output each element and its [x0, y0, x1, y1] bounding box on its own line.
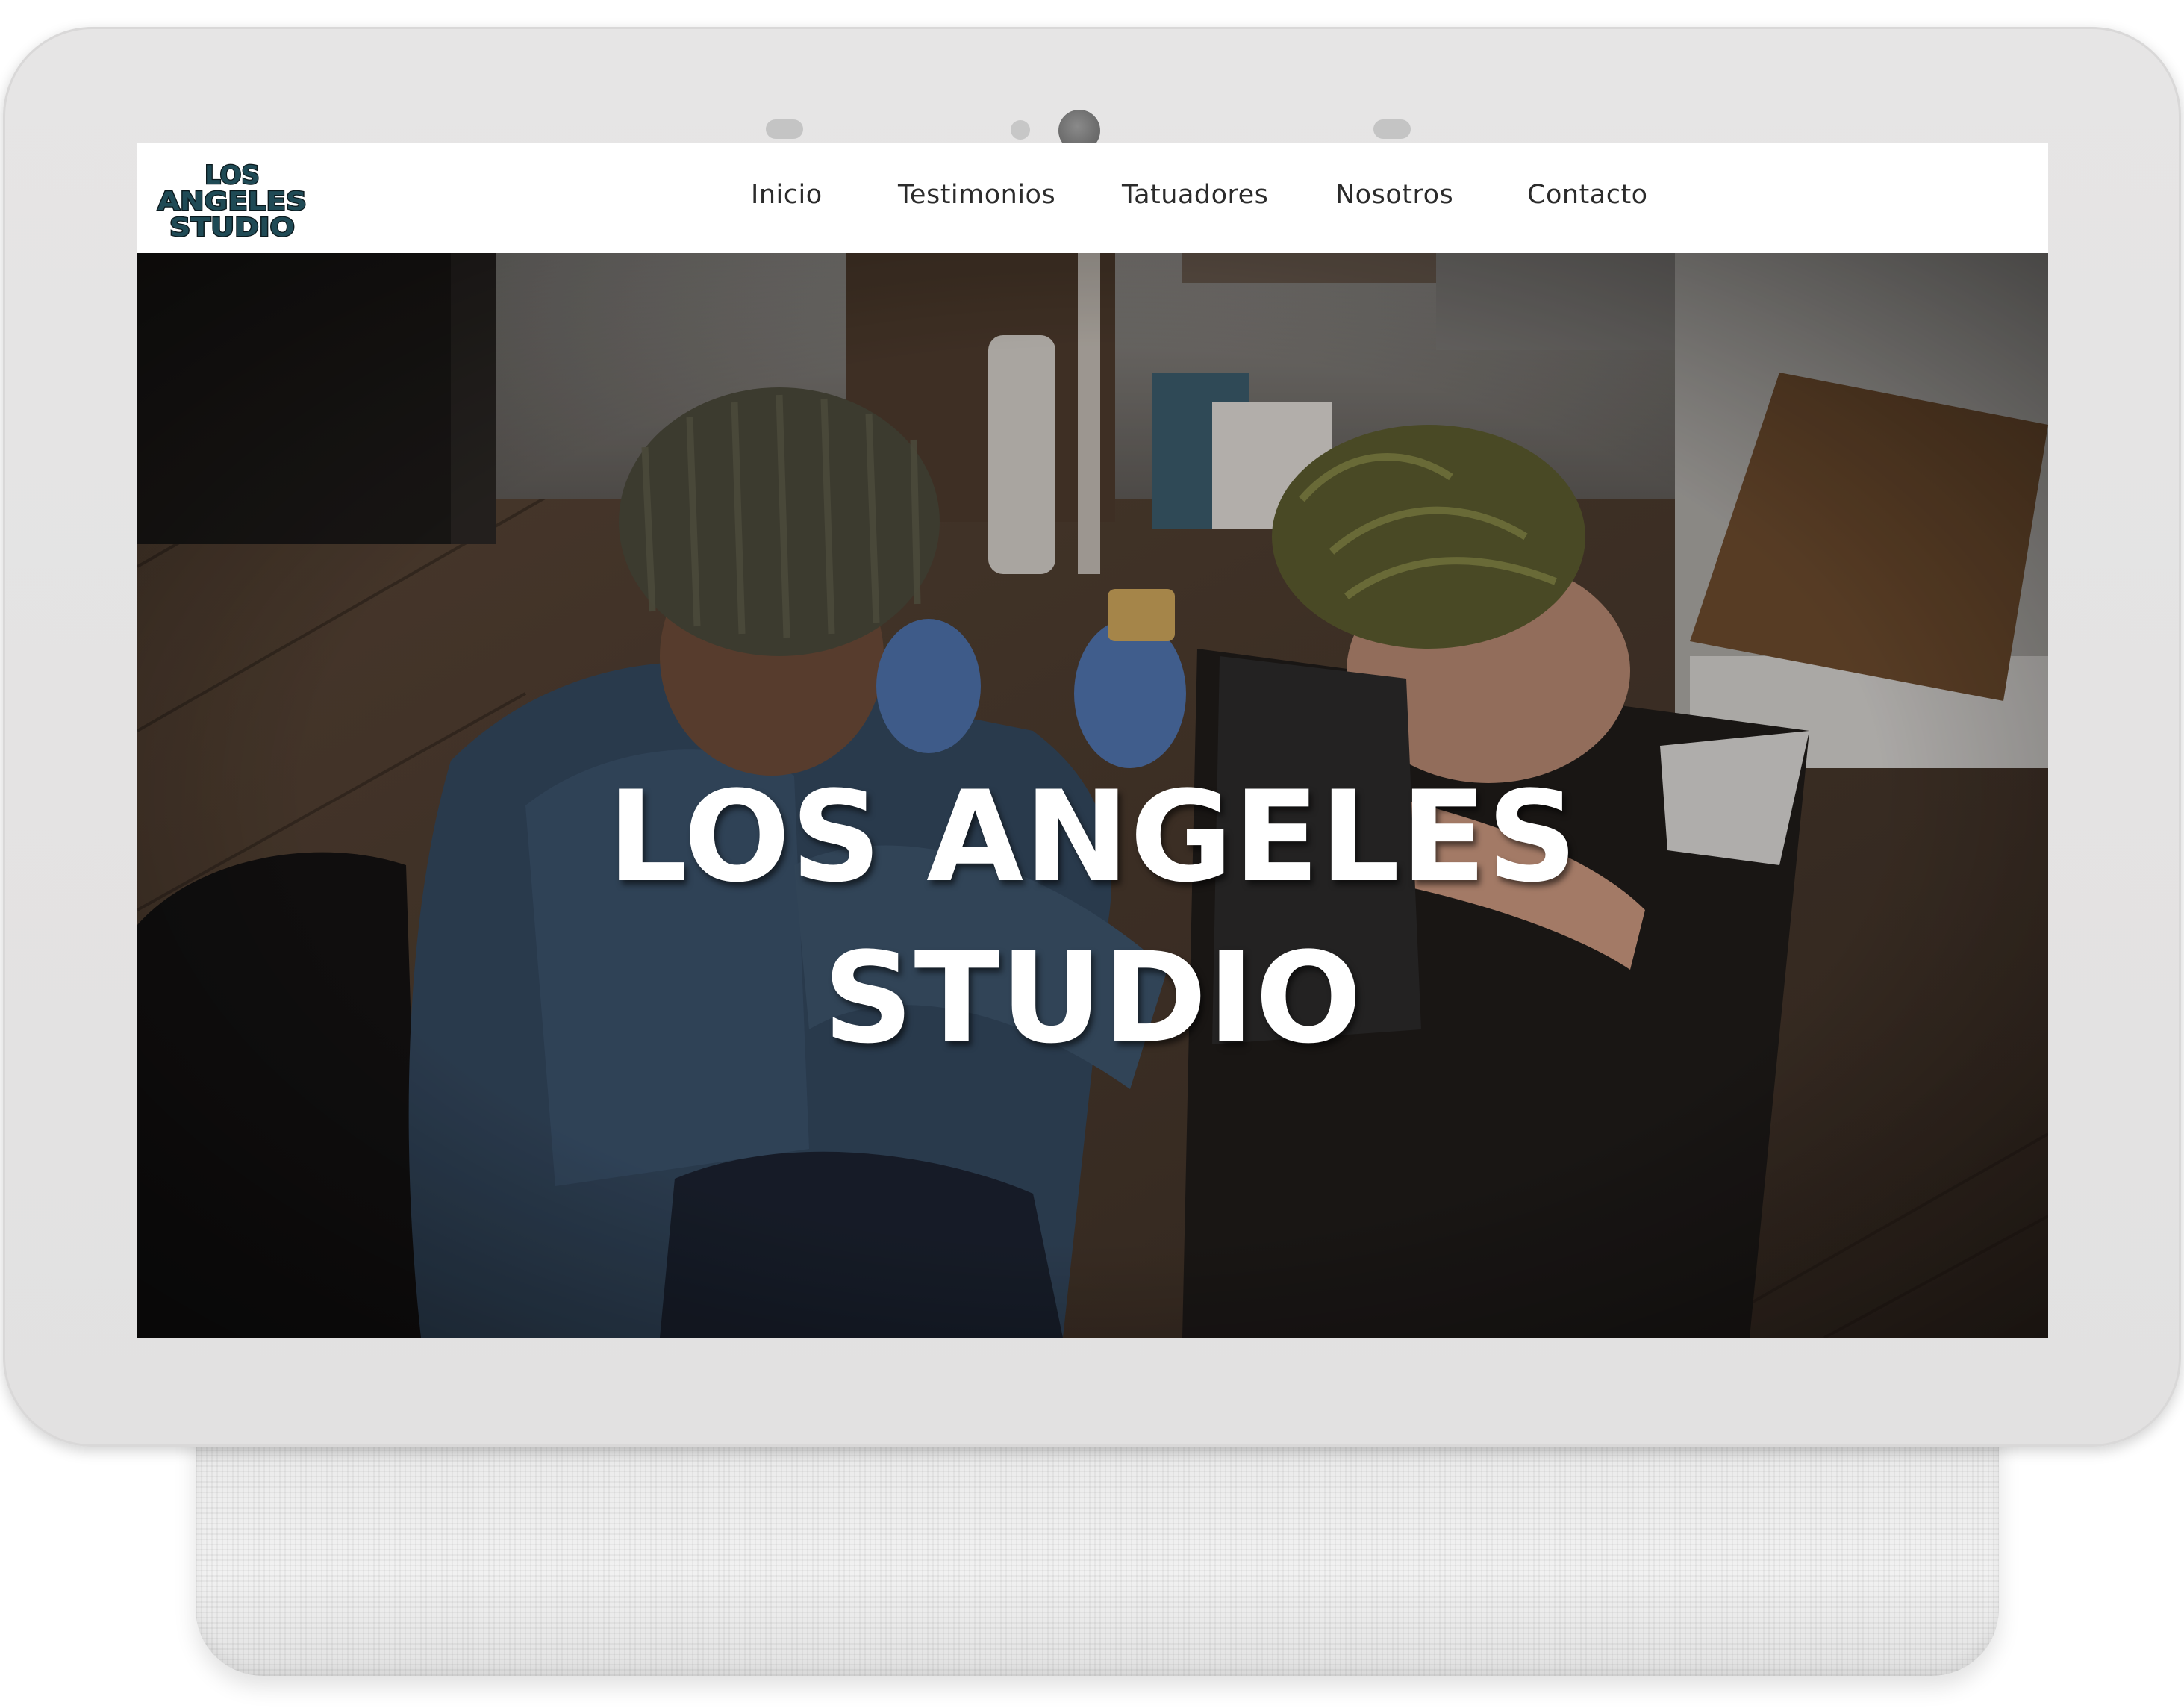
main-nav: Inicio Testimonios Tatuadores Nosotros C…	[137, 143, 2048, 253]
sensor-left	[766, 119, 803, 139]
hero-section: LOS ANGELES STUDIO	[137, 253, 2048, 1338]
nav-link-tatuadores[interactable]: Tatuadores	[1122, 180, 1268, 210]
hero-title-line-2: STUDIO	[823, 925, 1363, 1071]
website-screen: LOS ANGELES STUDIO Inicio Testimonios Ta…	[137, 143, 2048, 1338]
nav-link-nosotros[interactable]: Nosotros	[1335, 180, 1453, 210]
nav-link-testimonios[interactable]: Testimonios	[898, 180, 1055, 210]
nav-link-inicio[interactable]: Inicio	[751, 180, 823, 210]
sensor-right	[1373, 119, 1411, 139]
light-sensor-dot	[1011, 120, 1030, 140]
nav-link-contacto[interactable]: Contacto	[1527, 180, 1648, 210]
device-mockup: LOS ANGELES STUDIO Inicio Testimonios Ta…	[0, 0, 2184, 1708]
hero-title: LOS ANGELES STUDIO	[496, 756, 1690, 1079]
hero-title-line-1: LOS ANGELES	[607, 764, 1579, 910]
speaker-base	[196, 1418, 1999, 1676]
top-navbar: LOS ANGELES STUDIO Inicio Testimonios Ta…	[137, 143, 2048, 253]
